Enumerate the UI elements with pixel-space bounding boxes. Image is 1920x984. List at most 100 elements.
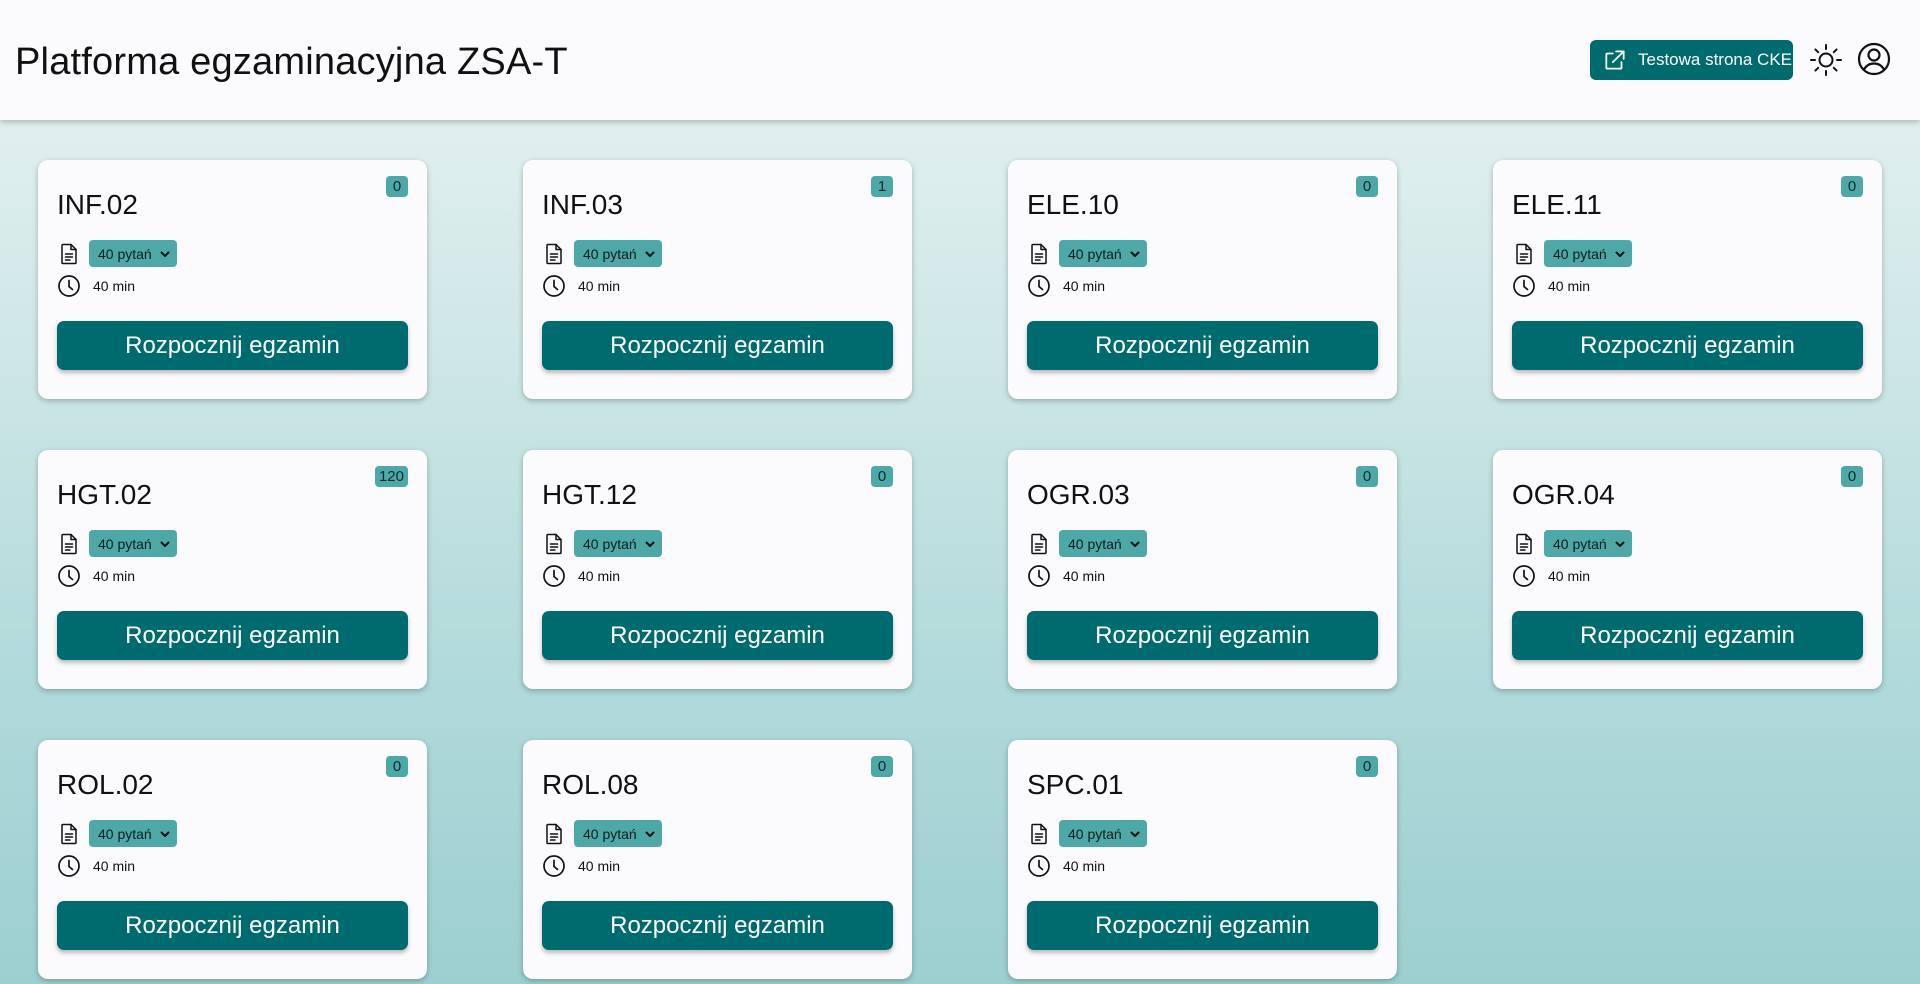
exam-card: 0 SPC.01 40 pytań 40 min Rozpocznij egza… (1008, 740, 1397, 979)
count-badge: 0 (871, 756, 893, 777)
time-row: 40 min (1512, 274, 1590, 298)
count-badge: 0 (871, 466, 893, 487)
page-title: Platforma egzaminacyjna ZSA-T (15, 41, 568, 83)
start-exam-button[interactable]: Rozpocznij egzamin (1512, 611, 1863, 660)
count-badge: 0 (1356, 466, 1378, 487)
exam-card: 0 ROL.08 40 pytań 40 min Rozpocznij egza… (523, 740, 912, 979)
question-count-select[interactable]: 40 pytań (89, 530, 177, 557)
chevron-down-icon (160, 251, 170, 257)
question-count-value: 40 pytań (583, 825, 637, 842)
count-badge: 0 (386, 756, 408, 777)
exam-card: 0 HGT.12 40 pytań 40 min Rozpocznij egza… (523, 450, 912, 689)
clock-icon (57, 274, 81, 298)
exam-card: 0 OGR.03 40 pytań 40 min Rozpocznij egza… (1008, 450, 1397, 689)
time-row: 40 min (542, 564, 620, 588)
chevron-down-icon (1130, 831, 1140, 837)
question-count-value: 40 pytań (583, 245, 637, 262)
exam-card: 0 ELE.10 40 pytań 40 min Rozpocznij egza… (1008, 160, 1397, 399)
count-badge: 1 (871, 176, 893, 197)
document-icon (542, 822, 566, 846)
questions-row: 40 pytań (1512, 240, 1632, 267)
clock-icon (1512, 564, 1536, 588)
document-icon (1027, 242, 1051, 266)
question-count-select[interactable]: 40 pytań (1059, 530, 1147, 557)
question-count-select[interactable]: 40 pytań (574, 820, 662, 847)
question-count-select[interactable]: 40 pytań (1544, 240, 1632, 267)
time-limit: 40 min (1063, 278, 1106, 294)
clock-icon (57, 564, 81, 588)
app-header: Platforma egzaminacyjna ZSA-T Testowa st… (0, 0, 1920, 120)
exam-code: OGR.03 (1027, 479, 1130, 510)
test-cke-site-label: Testowa strona CKE (1638, 50, 1793, 69)
document-icon (1027, 532, 1051, 556)
exam-card: 120 HGT.02 40 pytań 40 min Rozpocznij eg… (38, 450, 427, 689)
questions-row: 40 pytań (542, 530, 662, 557)
time-row: 40 min (57, 274, 135, 298)
start-exam-button[interactable]: Rozpocznij egzamin (542, 901, 893, 950)
chevron-down-icon (1130, 251, 1140, 257)
time-row: 40 min (1512, 564, 1590, 588)
exam-code: HGT.02 (57, 479, 152, 510)
exam-code: HGT.12 (542, 479, 637, 510)
clock-icon (1027, 564, 1051, 588)
time-limit: 40 min (1063, 858, 1106, 874)
start-exam-button[interactable]: Rozpocznij egzamin (1027, 611, 1378, 660)
exam-card: 0 OGR.04 40 pytań 40 min Rozpocznij egza… (1493, 450, 1882, 689)
time-limit: 40 min (93, 858, 136, 874)
question-count-select[interactable]: 40 pytań (1544, 530, 1632, 557)
count-badge: 0 (1841, 176, 1863, 197)
time-limit: 40 min (93, 278, 136, 294)
question-count-value: 40 pytań (98, 535, 152, 552)
time-row: 40 min (1027, 564, 1105, 588)
start-exam-button[interactable]: Rozpocznij egzamin (1512, 321, 1863, 370)
question-count-value: 40 pytań (1068, 245, 1122, 262)
question-count-select[interactable]: 40 pytań (1059, 820, 1147, 847)
questions-row: 40 pytań (1027, 530, 1147, 557)
sun-icon (1810, 44, 1842, 76)
external-link-icon (1602, 47, 1628, 73)
question-count-select[interactable]: 40 pytań (1059, 240, 1147, 267)
clock-icon (542, 274, 566, 298)
clock-icon (1512, 274, 1536, 298)
start-exam-button[interactable]: Rozpocznij egzamin (542, 611, 893, 660)
time-limit: 40 min (1548, 568, 1591, 584)
exam-code: INF.02 (57, 189, 138, 220)
user-account-icon (1857, 42, 1891, 76)
exam-code: ELE.11 (1512, 189, 1602, 220)
time-limit: 40 min (1063, 568, 1106, 584)
clock-icon (1027, 854, 1051, 878)
time-row: 40 min (542, 274, 620, 298)
chevron-down-icon (160, 541, 170, 547)
count-badge: 0 (1356, 176, 1378, 197)
time-row: 40 min (57, 564, 135, 588)
question-count-value: 40 pytań (1068, 535, 1122, 552)
count-badge: 0 (1356, 756, 1378, 777)
chevron-down-icon (160, 831, 170, 837)
count-badge: 0 (1841, 466, 1863, 487)
clock-icon (57, 854, 81, 878)
test-cke-site-button[interactable]: Testowa strona CKE (1590, 40, 1793, 80)
start-exam-button[interactable]: Rozpocznij egzamin (57, 611, 408, 660)
question-count-value: 40 pytań (1553, 535, 1607, 552)
question-count-value: 40 pytań (1553, 245, 1607, 262)
chevron-down-icon (1615, 251, 1625, 257)
question-count-select[interactable]: 40 pytań (574, 530, 662, 557)
start-exam-button[interactable]: Rozpocznij egzamin (1027, 901, 1378, 950)
exam-card: 0 INF.02 40 pytań 40 min Rozpocznij egza… (38, 160, 427, 399)
start-exam-button[interactable]: Rozpocznij egzamin (1027, 321, 1378, 370)
exam-code: ELE.10 (1027, 189, 1119, 220)
questions-row: 40 pytań (1512, 530, 1632, 557)
question-count-select[interactable]: 40 pytań (574, 240, 662, 267)
document-icon (1512, 242, 1536, 266)
questions-row: 40 pytań (57, 240, 177, 267)
account-button[interactable] (1856, 41, 1892, 77)
start-exam-button[interactable]: Rozpocznij egzamin (57, 901, 408, 950)
question-count-select[interactable]: 40 pytań (89, 820, 177, 847)
start-exam-button[interactable]: Rozpocznij egzamin (542, 321, 893, 370)
document-icon (57, 532, 81, 556)
chevron-down-icon (645, 831, 655, 837)
theme-toggle-button[interactable] (1808, 42, 1844, 78)
time-limit: 40 min (578, 568, 621, 584)
start-exam-button[interactable]: Rozpocznij egzamin (57, 321, 408, 370)
question-count-select[interactable]: 40 pytań (89, 240, 177, 267)
